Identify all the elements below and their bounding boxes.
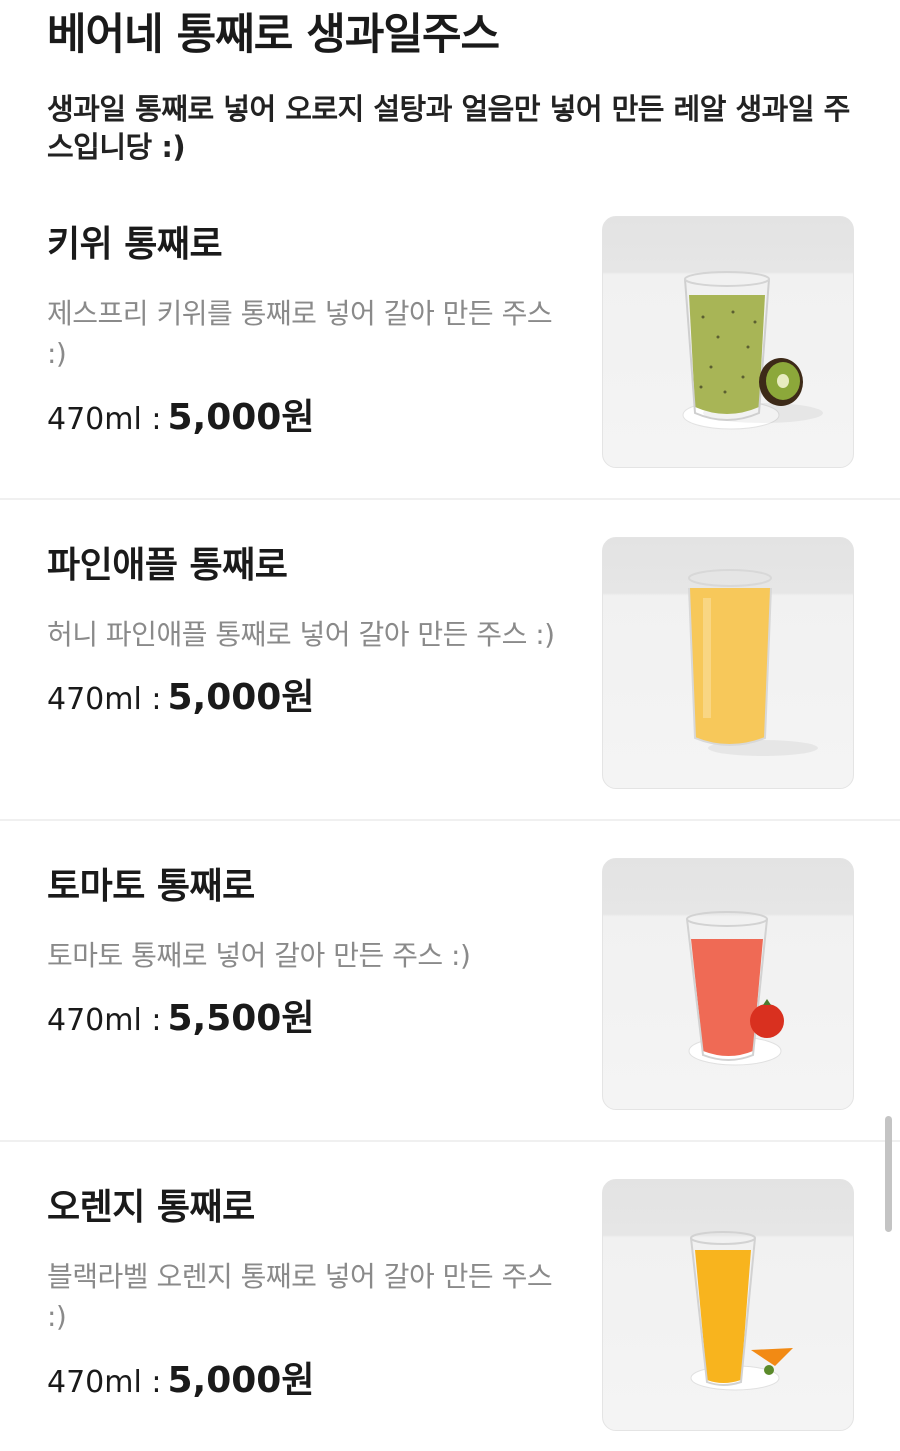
item-price: 470ml :5,000원	[47, 398, 314, 440]
tomato-juice-image	[602, 858, 854, 1110]
orange-juice-image	[602, 1179, 854, 1431]
item-divider	[0, 819, 900, 821]
item-volume: 470ml :	[47, 1003, 162, 1038]
item-price: 470ml :5,000원	[47, 1361, 314, 1403]
item-price-amount: 5,500원	[167, 998, 315, 1039]
menu-item-kiwi[interactable]: 키위 통째로 제스프리 키위를 통째로 넣어 갈아 만든 주스 :) 470ml…	[0, 216, 900, 537]
item-volume: 470ml :	[47, 402, 162, 437]
item-price: 470ml :5,500원	[47, 999, 314, 1041]
item-price: 470ml :5,000원	[47, 678, 314, 720]
menu-page: 베어네 통째로 생과일주스 생과일 통째로 넣어 오로지 설탕과 얼음만 넣어 …	[0, 0, 900, 1451]
item-volume: 470ml :	[47, 682, 162, 717]
section-title: 베어네 통째로 생과일주스	[47, 10, 500, 60]
item-name: 파인애플 통째로	[47, 545, 288, 586]
item-name: 오렌지 통째로	[47, 1187, 255, 1228]
item-name: 키위 통째로	[47, 224, 223, 265]
menu-item-orange[interactable]: 오렌지 통째로 블랙라벨 오렌지 통째로 넣어 갈아 만든 주스 :) 470m…	[0, 1179, 900, 1451]
menu-item-tomato[interactable]: 토마토 통째로 토마토 통째로 넣어 갈아 만든 주스 :) 470ml :5,…	[0, 858, 900, 1179]
item-price-amount: 5,000원	[167, 1360, 315, 1401]
pineapple-juice-image	[602, 537, 854, 789]
section-header: 베어네 통째로 생과일주스 생과일 통째로 넣어 오로지 설탕과 얼음만 넣어 …	[47, 8, 867, 166]
item-price-amount: 5,000원	[167, 677, 315, 718]
item-description: 토마토 통째로 넣어 갈아 만든 주스 :)	[47, 939, 471, 972]
section-description: 생과일 통째로 넣어 오로지 설탕과 얼음만 넣어 만든 레알 생과일 주스입니…	[47, 92, 850, 164]
item-divider	[0, 1140, 900, 1142]
item-description: 허니 파인애플 통째로 넣어 갈아 만든 주스 :)	[47, 618, 555, 651]
item-description: 제스프리 키위를 통째로 넣어 갈아 만든 주스 :)	[47, 297, 553, 370]
item-price-amount: 5,000원	[167, 397, 315, 438]
menu-item-pineapple[interactable]: 파인애플 통째로 허니 파인애플 통째로 넣어 갈아 만든 주스 :) 470m…	[0, 537, 900, 858]
scrollbar[interactable]	[885, 1116, 892, 1232]
item-name: 토마토 통째로	[47, 866, 255, 907]
item-volume: 470ml :	[47, 1365, 162, 1400]
item-divider	[0, 498, 900, 500]
kiwi-juice-image	[602, 216, 854, 468]
item-description: 블랙라벨 오렌지 통째로 넣어 갈아 만든 주스 :)	[47, 1260, 553, 1333]
